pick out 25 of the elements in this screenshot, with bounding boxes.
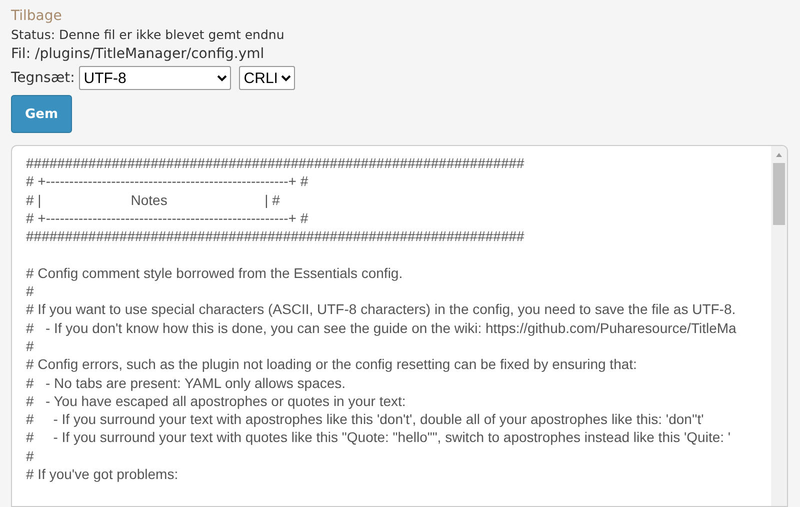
code-line: # bbox=[26, 336, 34, 356]
code-line: # - If you surround your text with quotes like this "Quote: "hello"", switch to apostrophes instead like this 'Quite: ' bbox=[26, 428, 731, 447]
code-line: ################################################################ bbox=[26, 227, 524, 246]
status-text: Status: Denne fil er ikke blevet gemt endnu bbox=[11, 26, 284, 44]
code-line: # - No tabs are present: YAML only allows spaces. bbox=[26, 374, 346, 392]
code-line: # If you want to use special characters (ASCII, UTF-8 characters) in the config, you need to save the file as UTF-8. bbox=[26, 300, 736, 319]
save-button[interactable]: Gem bbox=[11, 95, 72, 133]
code-line: # Config comment style borrowed from the Essentials config. bbox=[26, 264, 403, 282]
code-line: # If you've got problems: bbox=[26, 465, 178, 484]
code-line: # bbox=[26, 282, 34, 300]
charset-label: Tegnsæt: bbox=[11, 70, 75, 86]
code-line: # bbox=[26, 446, 34, 466]
code-line: # - If you don't know how this is done, you can see the guide on the wiki: https://github.com/Puharesource/TitleMa bbox=[26, 318, 736, 337]
code-line: # +----------------------------------------------------+ # bbox=[26, 208, 308, 228]
encoding-select[interactable]: UTF-8 bbox=[78, 66, 231, 90]
code-line: # +----------------------------------------------------+ # bbox=[26, 172, 308, 191]
line-ending-select[interactable]: CRLI bbox=[238, 66, 295, 90]
code-line: # | Notes | # bbox=[26, 190, 280, 209]
scrollbar-drawing[interactable] bbox=[771, 146, 787, 506]
code-line: # - You have escaped all apostrophes or quotes in your text: bbox=[26, 392, 406, 410]
code-line: # - If you surround your text with apostrophes like this 'don't', double all of your apostrophes like this: 'don''t' bbox=[26, 410, 704, 428]
file-path: Fil: /plugins/TitleManager/config.yml bbox=[11, 45, 264, 64]
code-line: # Config errors, such as the plugin not loading or the config resetting can be fixed by ensuring that: bbox=[26, 355, 637, 374]
code-editor[interactable] bbox=[11, 145, 788, 507]
code-line: ################################################################ bbox=[26, 154, 524, 172]
